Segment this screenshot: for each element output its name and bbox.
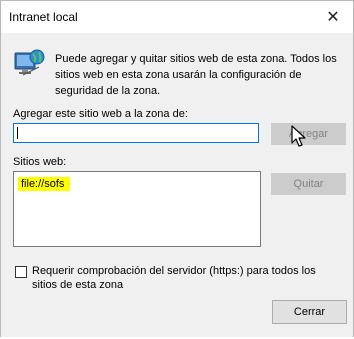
close-button[interactable]: ✕ (313, 1, 353, 33)
intranet-local-dialog: Intranet local ✕ Puede agregar y quitar … (0, 0, 354, 339)
close-icon: ✕ (326, 9, 340, 26)
close-dialog-label: Cerrar (293, 306, 326, 318)
list-item[interactable]: file://sofs (18, 177, 71, 191)
dialog-title: Intranet local (9, 10, 78, 24)
https-checkbox-label[interactable]: Requerir comprobación del servidor (http… (32, 264, 337, 292)
add-site-input[interactable] (13, 123, 259, 143)
sites-list[interactable]: file://sofs (13, 171, 261, 247)
intranet-zone-icon (13, 45, 47, 79)
https-checkbox[interactable] (15, 266, 27, 278)
close-dialog-button[interactable]: Cerrar (272, 300, 347, 324)
add-button[interactable]: Agregar (271, 123, 346, 145)
remove-button[interactable]: Quitar (271, 173, 346, 195)
zone-description: Puede agregar y quitar sitios web de est… (55, 53, 337, 97)
mouse-cursor-icon (290, 125, 308, 149)
add-site-label: Agregar este sitio web a la zona de: (13, 108, 188, 120)
sites-label: Sitios web: (13, 156, 67, 168)
remove-button-label: Quitar (293, 178, 324, 190)
text-caret (17, 127, 18, 139)
title-bar: Intranet local ✕ (1, 1, 353, 33)
